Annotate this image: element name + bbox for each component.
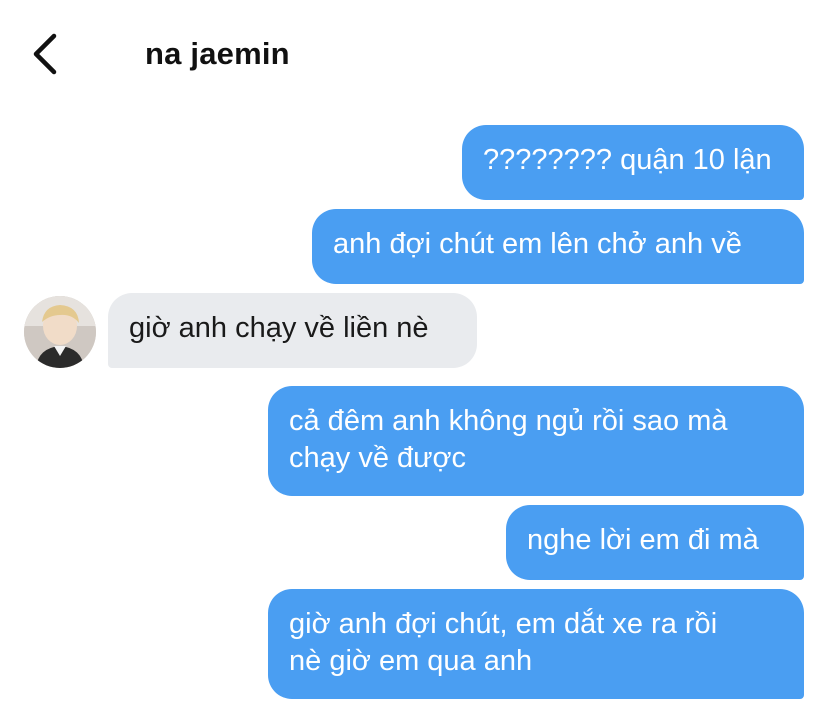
message-bubble-outgoing[interactable]: nghe lời em đi mà <box>506 505 804 580</box>
message-text-line: nè giờ em qua anh <box>289 645 533 677</box>
message-text: giờ anh chạy về liền nè <box>129 312 429 344</box>
message-bubble-outgoing[interactable]: anh đợi chút em lên chở anh về <box>312 209 804 284</box>
message-bubble-outgoing[interactable]: ???????? quận 10 lận <box>462 125 804 200</box>
message-text-line: chạy về được <box>289 442 467 474</box>
chevron-left-icon <box>26 30 66 78</box>
contact-name[interactable]: na jaemin <box>145 36 290 72</box>
message-text: ???????? quận 10 lận <box>483 144 772 176</box>
message-bubble-incoming[interactable]: giờ anh chạy về liền nè <box>108 293 477 368</box>
message-text-line: cả đêm anh không ngủ rồi sao mà <box>289 405 728 437</box>
back-button[interactable] <box>26 30 66 78</box>
chat-header: na jaemin <box>0 0 826 110</box>
message-text: nghe lời em đi mà <box>527 524 759 556</box>
message-bubble-outgoing[interactable]: giờ anh đợi chút, em dắt xe ra rồi nè gi… <box>268 589 804 699</box>
message-text: anh đợi chút em lên chở anh về <box>333 228 742 260</box>
message-text-line: giờ anh đợi chút, em dắt xe ra rồi <box>289 608 718 640</box>
contact-avatar[interactable] <box>24 296 96 368</box>
message-bubble-outgoing[interactable]: cả đêm anh không ngủ rồi sao mà chạy về … <box>268 386 804 496</box>
